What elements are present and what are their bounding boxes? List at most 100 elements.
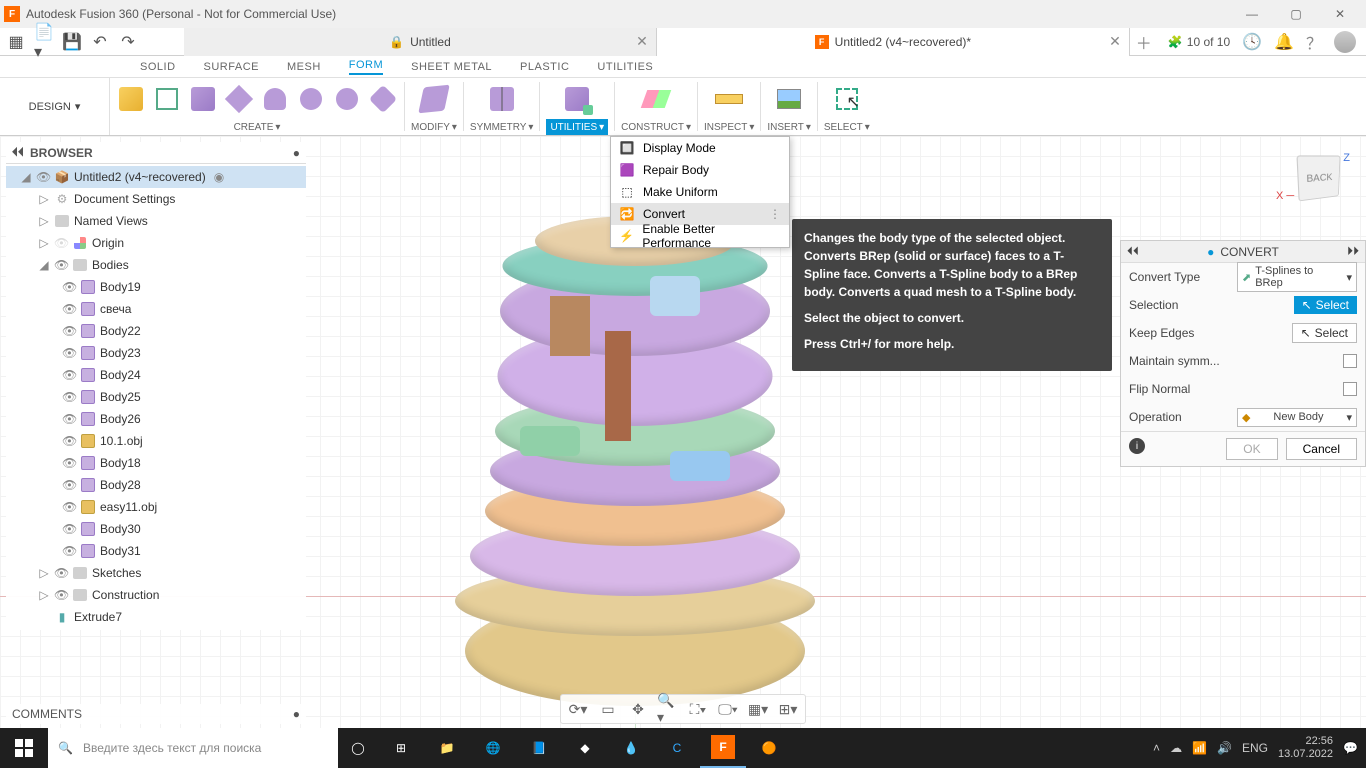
- tab-untitled2[interactable]: F Untitled2 (v4~recovered)* ✕: [657, 28, 1130, 56]
- ribbon-tab-form[interactable]: FORM: [349, 59, 383, 75]
- keep-edges-button[interactable]: ↖Select: [1292, 323, 1357, 343]
- comments-pin-icon[interactable]: ●: [293, 707, 300, 721]
- edit-form-icon[interactable]: [419, 84, 449, 114]
- ok-button[interactable]: OK: [1226, 438, 1277, 460]
- taskbar-clock[interactable]: 22:56 13.07.2022: [1278, 735, 1333, 761]
- extension-status[interactable]: 🧩 10 of 10: [1168, 35, 1230, 49]
- visibility-icon[interactable]: 👁: [62, 412, 76, 426]
- tree-extrude[interactable]: ·▮Extrude7: [6, 606, 306, 628]
- taskbar-app-generic2[interactable]: 💧: [608, 728, 654, 768]
- taskbar-app-fusion[interactable]: F: [700, 728, 746, 768]
- viewcube-face[interactable]: BACK: [1296, 155, 1340, 201]
- save-icon[interactable]: 💾: [62, 32, 82, 52]
- viewcube[interactable]: Z X ─ BACK: [1290, 156, 1350, 216]
- taskbar-search[interactable]: 🔍 Введите здесь текст для поиска: [48, 728, 338, 768]
- viewport[interactable]: ⏴⏴ BROWSER ● ◢ 👁 📦 Untitled2 (v4~recover…: [0, 136, 1366, 728]
- help-icon[interactable]: ？: [1306, 30, 1322, 54]
- cortana-icon[interactable]: ◯: [338, 733, 378, 763]
- tray-onedrive-icon[interactable]: ☁: [1170, 741, 1182, 755]
- group-label-symmetry[interactable]: SYMMETRY▾: [470, 119, 534, 135]
- close-tab-icon[interactable]: ✕: [1109, 33, 1121, 50]
- start-button[interactable]: [0, 728, 48, 768]
- mirror-icon[interactable]: [487, 84, 517, 114]
- taskbar-app-generic1[interactable]: ◆: [562, 728, 608, 768]
- tray-network-icon[interactable]: 📶: [1192, 741, 1207, 755]
- group-label-select[interactable]: SELECT▾: [824, 119, 870, 135]
- visibility-icon[interactable]: 👁: [54, 258, 68, 272]
- visibility-icon[interactable]: 👁: [62, 478, 76, 492]
- expand-left-icon[interactable]: ⏴⏴: [1127, 244, 1139, 259]
- tree-body-item[interactable]: 👁Body18: [6, 452, 306, 474]
- display-settings-icon[interactable]: 🖵▾: [717, 698, 739, 720]
- tree-bodies-folder[interactable]: ◢👁Bodies: [6, 254, 306, 276]
- create-face-icon[interactable]: [152, 84, 182, 114]
- tree-construction[interactable]: ▷👁Construction: [6, 584, 306, 606]
- visibility-icon[interactable]: 👁: [54, 236, 68, 250]
- ribbon-tab-sheet-metal[interactable]: SHEET METAL: [411, 61, 492, 73]
- visibility-icon[interactable]: 👁: [62, 390, 76, 404]
- measure-icon[interactable]: [714, 84, 744, 114]
- menu-repair-body[interactable]: 🟪Repair Body: [611, 159, 789, 181]
- quadball-icon[interactable]: [368, 84, 398, 114]
- tree-doc-settings[interactable]: ▷⚙Document Settings: [6, 188, 306, 210]
- visibility-icon[interactable]: 👁: [62, 302, 76, 316]
- expand-icon[interactable]: ◢: [20, 170, 32, 184]
- radio-icon[interactable]: ◉: [214, 170, 224, 184]
- collapse-arrows-icon[interactable]: ⏴⏴: [12, 145, 24, 160]
- viewport-layout-icon[interactable]: ⊞▾: [777, 698, 799, 720]
- convert-type-combo[interactable]: ⬈T-Splines to BRep▾: [1237, 262, 1357, 292]
- fit-icon[interactable]: ⛶▾: [687, 698, 709, 720]
- box-icon[interactable]: [188, 84, 218, 114]
- ribbon-tab-solid[interactable]: SOLID: [140, 61, 176, 73]
- group-label-construct[interactable]: CONSTRUCT▾: [621, 119, 691, 135]
- flip-normal-checkbox[interactable]: [1343, 382, 1357, 396]
- utilities-icon[interactable]: [562, 84, 592, 114]
- ribbon-tab-mesh[interactable]: MESH: [287, 61, 321, 73]
- tree-body-item[interactable]: 👁Body24: [6, 364, 306, 386]
- tree-body-item[interactable]: 👁свеча: [6, 298, 306, 320]
- orbit-icon[interactable]: ⟳▾: [567, 698, 589, 720]
- visibility-icon[interactable]: 👁: [62, 368, 76, 382]
- tree-root[interactable]: ◢ 👁 📦 Untitled2 (v4~recovered) ◉: [6, 166, 306, 188]
- ribbon-tab-surface[interactable]: SURFACE: [204, 61, 259, 73]
- menu-better-performance[interactable]: ⚡Enable Better Performance: [611, 225, 789, 247]
- tree-body-item[interactable]: 👁Body28: [6, 474, 306, 496]
- tray-volume-icon[interactable]: 🔊: [1217, 741, 1232, 755]
- close-button[interactable]: ✕: [1318, 0, 1362, 28]
- group-label-inspect[interactable]: INSPECT▾: [704, 119, 754, 135]
- close-tab-icon[interactable]: ✕: [636, 33, 648, 50]
- tree-body-item[interactable]: 👁Body30: [6, 518, 306, 540]
- tree-body-item[interactable]: 👁Body23: [6, 342, 306, 364]
- user-avatar[interactable]: [1334, 31, 1356, 53]
- insert-image-icon[interactable]: [774, 84, 804, 114]
- job-status-icon[interactable]: 🕓: [1242, 32, 1262, 52]
- visibility-icon[interactable]: 👁: [54, 566, 68, 580]
- tree-body-item[interactable]: 👁Body26: [6, 408, 306, 430]
- workspace-switcher[interactable]: DESIGN▾: [0, 78, 110, 135]
- visibility-icon[interactable]: 👁: [62, 280, 76, 294]
- tree-origin[interactable]: ▷👁Origin: [6, 232, 306, 254]
- tab-untitled[interactable]: 🔒 Untitled ✕: [184, 28, 657, 56]
- visibility-icon[interactable]: 👁: [62, 324, 76, 338]
- plane-icon[interactable]: [224, 84, 254, 114]
- look-at-icon[interactable]: ▭: [597, 698, 619, 720]
- taskbar-app-explorer[interactable]: 📁: [424, 728, 470, 768]
- torus-icon[interactable]: [332, 84, 362, 114]
- group-label-modify[interactable]: MODIFY▾: [411, 119, 457, 135]
- create-form-icon[interactable]: [116, 84, 146, 114]
- menu-more-icon[interactable]: ⋮: [769, 207, 781, 221]
- minimize-button[interactable]: —: [1230, 0, 1274, 28]
- tree-named-views[interactable]: ▷Named Views: [6, 210, 306, 232]
- tree-body-item[interactable]: 👁Body31: [6, 540, 306, 562]
- tree-body-item[interactable]: 👁Body22: [6, 320, 306, 342]
- convert-dialog-header[interactable]: ⏴⏴ ● CONVERT ⏵⏵: [1121, 241, 1365, 263]
- tree-body-item[interactable]: 👁Body25: [6, 386, 306, 408]
- visibility-icon[interactable]: 👁: [36, 170, 50, 184]
- cylinder-icon[interactable]: [260, 84, 290, 114]
- group-label-utilities[interactable]: UTILITIES▾: [546, 119, 608, 135]
- info-icon[interactable]: i: [1129, 438, 1145, 454]
- tree-body-item[interactable]: 👁Body19: [6, 276, 306, 298]
- zoom-icon[interactable]: 🔍▾: [657, 698, 679, 720]
- expand-right-icon[interactable]: ⏵⏵: [1347, 244, 1359, 259]
- menu-display-mode[interactable]: 🔲Display Mode: [611, 137, 789, 159]
